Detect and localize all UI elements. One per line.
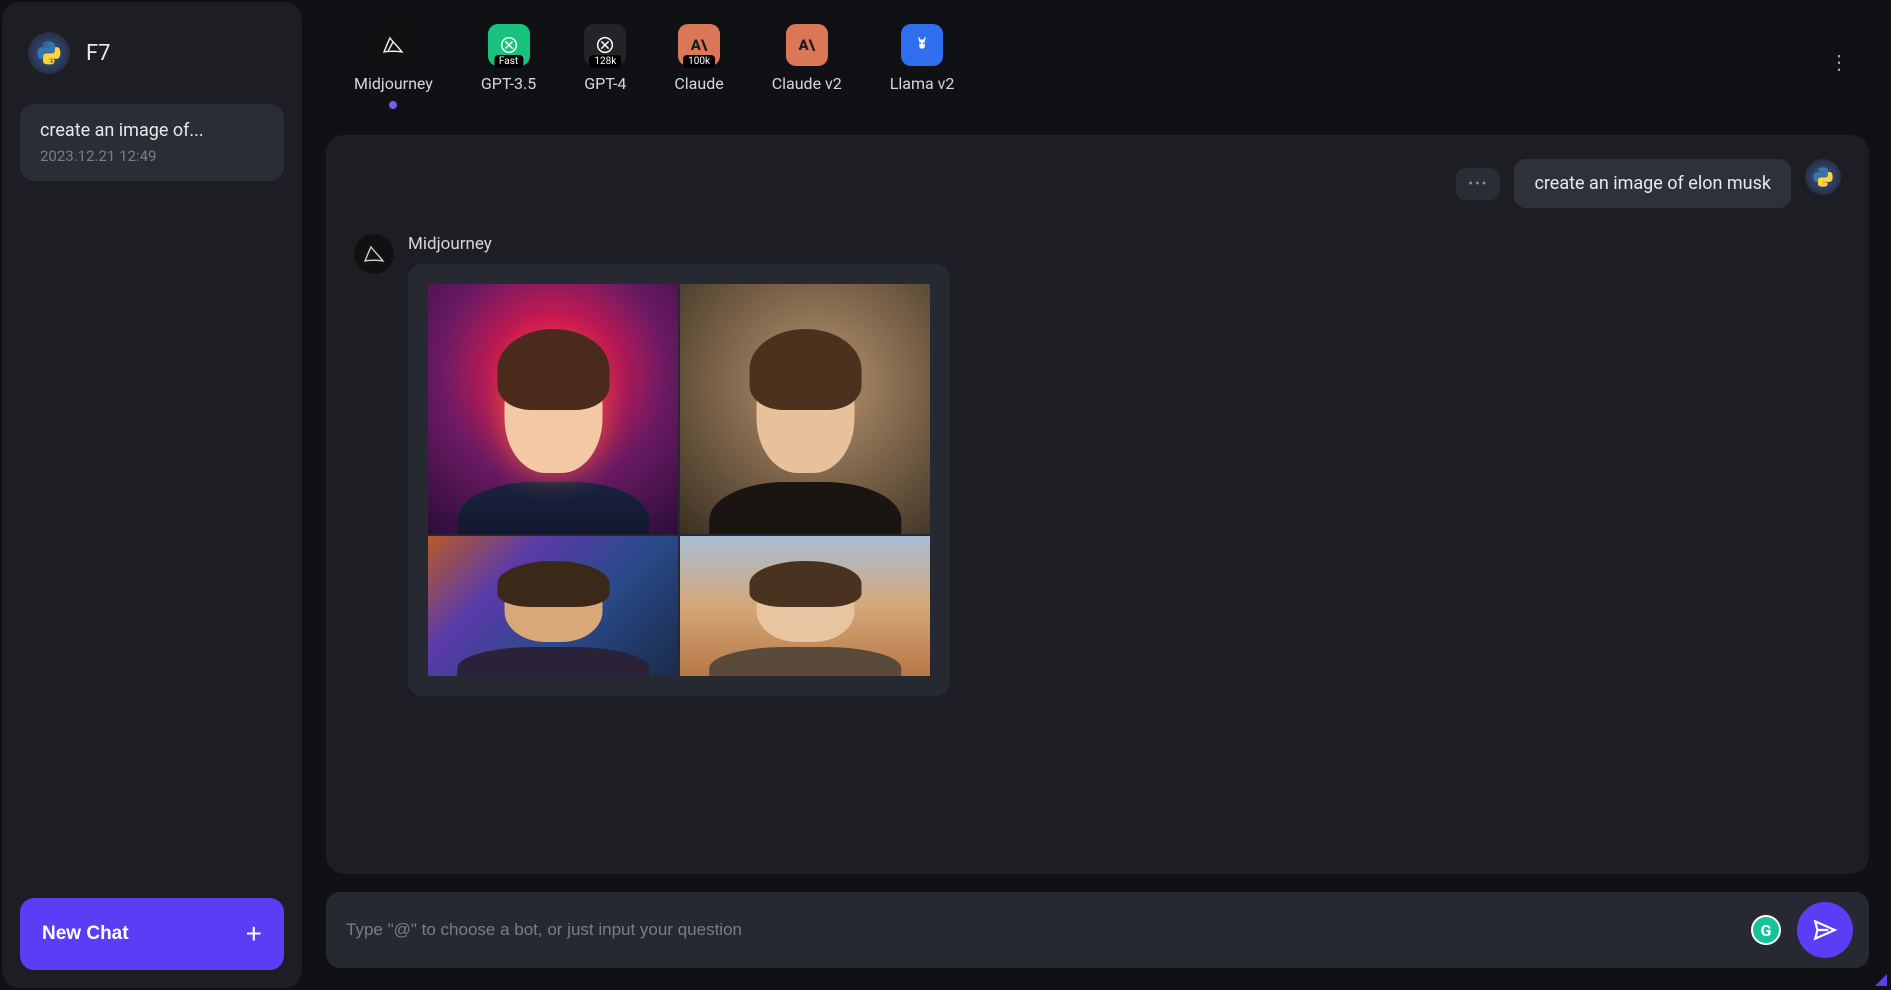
more-menu-button[interactable]: ⋮ bbox=[1819, 42, 1859, 82]
midjourney-icon bbox=[372, 24, 414, 66]
workspace-avatar[interactable] bbox=[28, 32, 70, 74]
model-label: Claude bbox=[674, 74, 723, 93]
user-avatar bbox=[1805, 159, 1841, 195]
model-gpt35[interactable]: Fast GPT-3.5 bbox=[481, 24, 536, 93]
gpt4-icon: 128k bbox=[584, 24, 626, 66]
chat-item-title: create an image of... bbox=[40, 120, 264, 141]
new-chat-label: New Chat bbox=[42, 923, 129, 945]
model-label: Llama v2 bbox=[890, 74, 955, 93]
grammarly-icon[interactable]: G bbox=[1751, 915, 1781, 945]
chat-area[interactable]: ••• create an image of elon musk Midjour… bbox=[326, 135, 1869, 874]
generated-image-grid bbox=[428, 284, 930, 676]
model-llama-v2[interactable]: Llama v2 bbox=[890, 24, 955, 93]
user-message-row: ••• create an image of elon musk bbox=[354, 159, 1841, 208]
message-input[interactable] bbox=[346, 920, 1735, 940]
python-icon bbox=[36, 40, 62, 66]
input-bar: G bbox=[326, 892, 1869, 968]
resize-handle[interactable] bbox=[1875, 974, 1887, 986]
app-root: F7 create an image of... 2023.12.21 12:4… bbox=[0, 0, 1891, 990]
chat-list-item[interactable]: create an image of... 2023.12.21 12:49 bbox=[20, 104, 284, 181]
model-label: GPT-4 bbox=[584, 74, 626, 93]
generated-image-3[interactable] bbox=[428, 536, 678, 676]
chat-item-timestamp: 2023.12.21 12:49 bbox=[40, 147, 264, 165]
send-button[interactable] bbox=[1797, 902, 1853, 958]
model-midjourney[interactable]: Midjourney bbox=[354, 24, 433, 109]
generated-image-2[interactable] bbox=[680, 284, 930, 534]
model-badge: 128k bbox=[589, 55, 621, 68]
bot-message-content: Midjourney bbox=[408, 234, 950, 696]
message-actions-button[interactable]: ••• bbox=[1456, 168, 1500, 200]
bot-name-label: Midjourney bbox=[408, 234, 950, 254]
sidebar-header: F7 bbox=[20, 32, 284, 104]
model-claude-v2[interactable]: A\ Claude v2 bbox=[772, 24, 842, 93]
bot-message-row: Midjourney bbox=[354, 234, 1841, 696]
kebab-icon: ⋮ bbox=[1829, 50, 1849, 74]
model-label: Midjourney bbox=[354, 74, 433, 93]
bot-avatar bbox=[354, 234, 394, 274]
sidebar-spacer bbox=[20, 191, 284, 898]
sidebar: F7 create an image of... 2023.12.21 12:4… bbox=[2, 2, 302, 988]
model-label: Claude v2 bbox=[772, 74, 842, 93]
gpt35-icon: Fast bbox=[488, 24, 530, 66]
model-gpt4[interactable]: 128k GPT-4 bbox=[584, 24, 626, 93]
llama-icon bbox=[901, 24, 943, 66]
plus-icon: + bbox=[246, 920, 262, 948]
model-badge: Fast bbox=[494, 55, 523, 68]
model-claude[interactable]: A\ 100k Claude bbox=[674, 24, 723, 93]
main-panel: ⋮ Midjourney Fast GPT-3.5 128k bbox=[306, 2, 1889, 988]
claude-v2-icon: A\ bbox=[786, 24, 828, 66]
user-message-bubble: create an image of elon musk bbox=[1514, 159, 1791, 208]
generated-image-1[interactable] bbox=[428, 284, 678, 534]
workspace-label: F7 bbox=[86, 41, 111, 66]
model-selector-bar: Midjourney Fast GPT-3.5 128k GPT-4 A bbox=[314, 10, 1881, 113]
python-icon bbox=[1812, 166, 1834, 188]
generated-image-container bbox=[408, 264, 950, 696]
midjourney-icon bbox=[362, 242, 386, 266]
claude-icon: A\ 100k bbox=[678, 24, 720, 66]
active-model-dot bbox=[389, 101, 397, 109]
send-icon bbox=[1812, 917, 1838, 943]
model-label: GPT-3.5 bbox=[481, 74, 536, 93]
generated-image-4[interactable] bbox=[680, 536, 930, 676]
new-chat-button[interactable]: New Chat + bbox=[20, 898, 284, 970]
model-badge: 100k bbox=[683, 55, 715, 68]
